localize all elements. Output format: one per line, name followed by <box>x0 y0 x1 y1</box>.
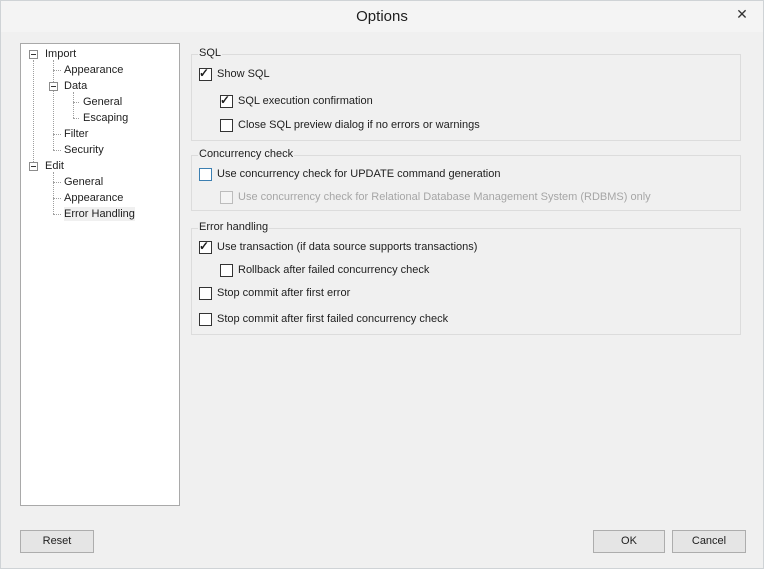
use-concurrency-rdbms-label[interactable]: Use concurrency check for Relational Dat… <box>238 191 651 203</box>
concurrency-group-title: Concurrency check <box>198 148 295 160</box>
close-icon[interactable]: ✕ <box>731 5 753 23</box>
rollback-checkbox[interactable] <box>220 264 233 277</box>
sql-group-title: SQL <box>198 47 223 59</box>
tree-item-security[interactable]: Security <box>64 143 104 157</box>
options-tree[interactable]: Import Appearance Data General Escaping … <box>20 43 180 506</box>
stop-commit-first-error-checkbox[interactable] <box>199 287 212 300</box>
tree-item-data[interactable]: Data <box>64 79 87 93</box>
sql-execution-confirmation-label[interactable]: SQL execution confirmation <box>238 95 373 107</box>
tree-item-edit[interactable]: Edit <box>45 159 64 173</box>
tree-item-data-escaping[interactable]: Escaping <box>83 111 128 125</box>
tree-item-edit-general[interactable]: General <box>64 175 103 189</box>
sql-execution-confirmation-checkbox[interactable]: ✓ <box>220 93 233 108</box>
use-concurrency-rdbms-checkbox[interactable] <box>220 191 233 204</box>
tree-item-import[interactable]: Import <box>45 47 76 61</box>
show-sql-checkbox[interactable]: ✓ <box>199 66 212 81</box>
tree-item-edit-error-handling[interactable]: Error Handling <box>64 207 135 221</box>
error-handling-group-title: Error handling <box>198 221 270 233</box>
options-dialog: Options ✕ Import Appearance Data General… <box>0 0 764 569</box>
stop-commit-first-concurrency-label[interactable]: Stop commit after first failed concurren… <box>217 313 448 325</box>
collapse-import-icon[interactable] <box>29 50 38 59</box>
collapse-data-icon[interactable] <box>49 82 58 91</box>
stop-commit-first-concurrency-checkbox[interactable] <box>199 313 212 326</box>
close-sql-preview-checkbox[interactable] <box>220 119 233 132</box>
tree-item-data-general[interactable]: General <box>83 95 122 109</box>
rollback-label[interactable]: Rollback after failed concurrency check <box>238 264 429 276</box>
use-concurrency-update-label[interactable]: Use concurrency check for UPDATE command… <box>217 168 500 180</box>
cancel-button[interactable]: Cancel <box>672 530 746 553</box>
tree-item-import-appearance[interactable]: Appearance <box>64 63 123 77</box>
ok-button[interactable]: OK <box>593 530 665 553</box>
use-transaction-label[interactable]: Use transaction (if data source supports… <box>217 241 477 253</box>
tree-item-filter[interactable]: Filter <box>64 127 88 141</box>
stop-commit-first-error-label[interactable]: Stop commit after first error <box>217 287 350 299</box>
collapse-edit-icon[interactable] <box>29 162 38 171</box>
reset-button[interactable]: Reset <box>20 530 94 553</box>
title-bar: Options ✕ <box>1 1 763 32</box>
show-sql-label[interactable]: Show SQL <box>217 68 270 80</box>
close-sql-preview-label[interactable]: Close SQL preview dialog if no errors or… <box>238 119 480 131</box>
use-transaction-checkbox[interactable]: ✓ <box>199 239 212 254</box>
window-title: Options <box>356 8 408 25</box>
tree-item-edit-appearance[interactable]: Appearance <box>64 191 123 205</box>
use-concurrency-update-checkbox[interactable] <box>199 168 212 181</box>
